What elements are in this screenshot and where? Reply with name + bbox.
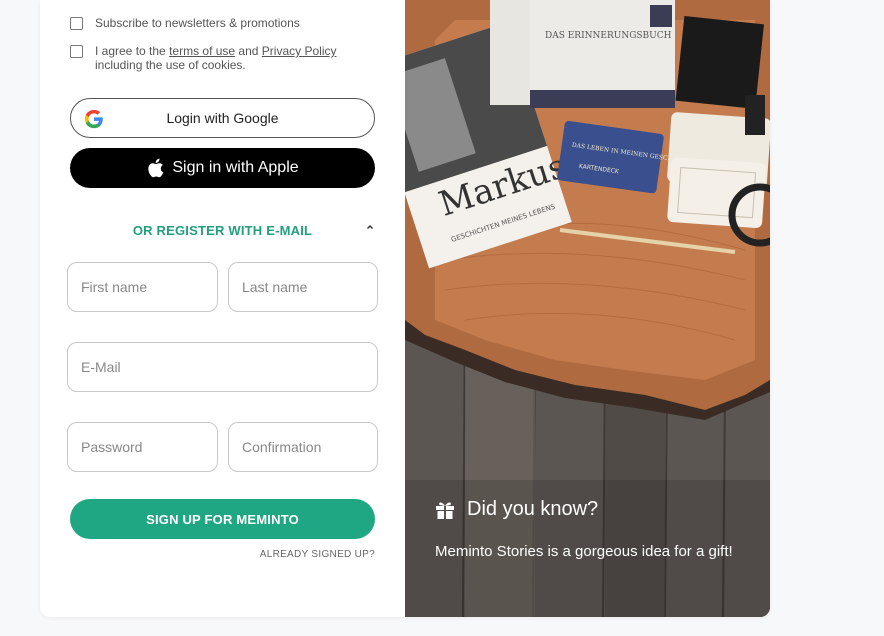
register-email-toggle[interactable]: OR REGISTER WITH E-MAIL — [70, 218, 375, 242]
apple-signin-button[interactable]: Sign in with Apple — [70, 148, 375, 188]
did-you-know-heading-row: Did you know? — [435, 498, 598, 521]
terms-prefix: I agree to the — [95, 44, 170, 58]
google-login-button[interactable]: Login with Google — [70, 98, 375, 138]
first-name-input[interactable]: First name — [67, 262, 218, 312]
apple-signin-label: Sign in with Apple — [172, 159, 299, 176]
email-input[interactable]: E-Mail — [67, 342, 378, 392]
gift-icon — [436, 502, 454, 519]
did-you-know-text: Meminto Stories is a gorgeous idea for a… — [435, 543, 733, 560]
privacy-policy-link[interactable]: Privacy Policy — [262, 44, 337, 58]
terms-checkbox[interactable] — [70, 45, 83, 58]
register-email-label: OR REGISTER WITH E-MAIL — [132, 222, 313, 238]
chevron-up-icon — [367, 225, 373, 229]
newsletter-checkbox[interactable] — [70, 17, 83, 30]
signup-label: SIGN UP FOR MEMINTO — [146, 511, 299, 527]
last-name-input[interactable]: Last name — [228, 262, 378, 312]
terms-of-use-link[interactable]: terms of use — [169, 44, 235, 58]
newsletter-label: Subscribe to newsletters & promotions — [95, 16, 300, 30]
apple-icon — [148, 158, 164, 178]
signup-card: Subscribe to newsletters & promotions I … — [40, 0, 770, 617]
product-photo: Markus GESCHICHTEN MEINES LEBENS DAS ERI… — [405, 0, 770, 617]
terms-suffix: including the use of cookies. — [95, 58, 246, 72]
password-input[interactable]: Password — [67, 422, 218, 472]
password-confirmation-input[interactable]: Confirmation — [228, 422, 378, 472]
newsletter-consent-row[interactable]: Subscribe to newsletters & promotions — [70, 16, 300, 30]
terms-consent-row[interactable]: I agree to the terms of use and Privacy … — [70, 44, 336, 72]
promo-image-panel: Markus GESCHICHTEN MEINES LEBENS DAS ERI… — [405, 0, 770, 617]
did-you-know-heading: Did you know? — [467, 498, 599, 520]
terms-label: I agree to the terms of use and Privacy … — [95, 44, 336, 72]
already-signed-up-link[interactable]: ALREADY SIGNED UP? — [260, 549, 375, 560]
book-title-text: DAS ERINNERUNGSBUCH — [545, 31, 672, 41]
google-icon — [84, 109, 103, 129]
google-login-label: Login with Google — [166, 110, 279, 126]
signup-button[interactable]: SIGN UP FOR MEMINTO — [70, 499, 375, 539]
terms-mid: and — [235, 44, 262, 58]
signup-form: Subscribe to newsletters & promotions I … — [40, 0, 405, 617]
